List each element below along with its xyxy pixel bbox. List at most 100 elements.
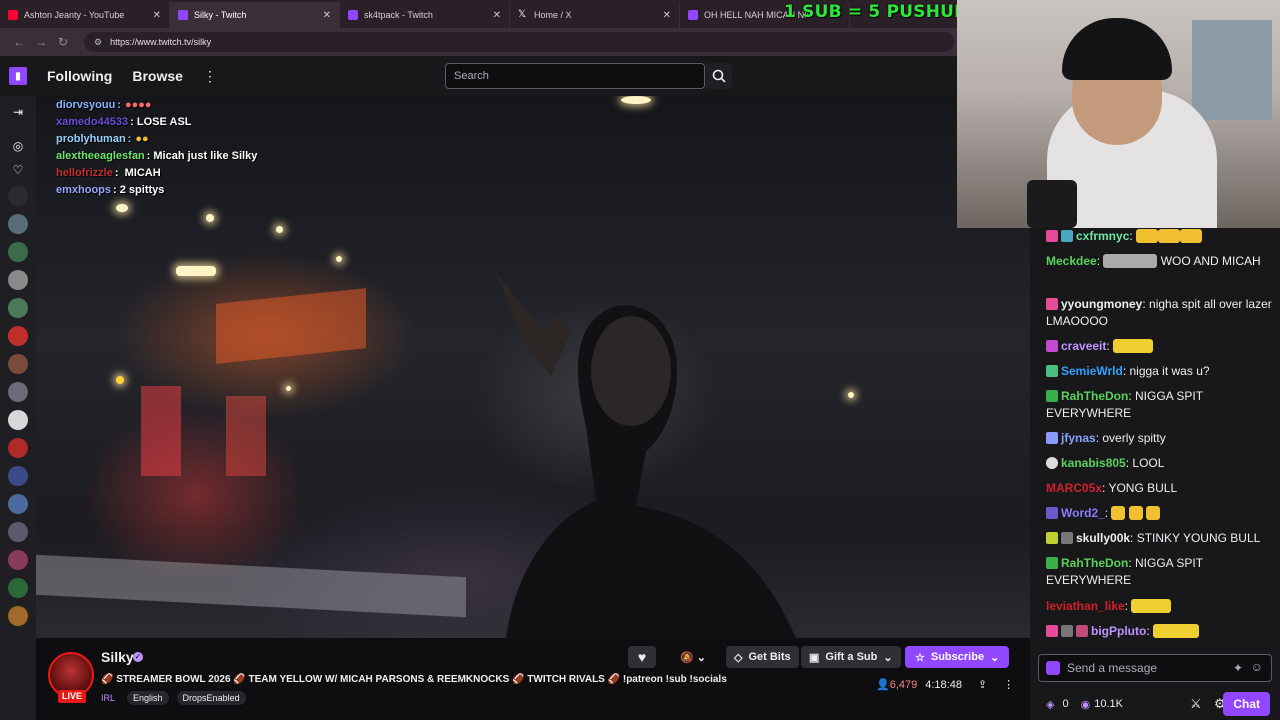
overlay-username: problyhuman bbox=[56, 132, 126, 145]
chat-username[interactable]: RahTheDon bbox=[1061, 556, 1128, 570]
reload-icon[interactable]: ↻ bbox=[52, 35, 74, 49]
channel-avatar[interactable] bbox=[8, 298, 28, 318]
browse-link[interactable]: Browse bbox=[132, 68, 183, 84]
overlay-chat-line: diorvsyouu : ●●●● bbox=[56, 98, 152, 111]
channel-avatar[interactable] bbox=[8, 354, 28, 374]
tag-chip[interactable]: DropsEnabled bbox=[176, 691, 246, 705]
emote-icon bbox=[1131, 599, 1172, 613]
channel-avatar[interactable] bbox=[8, 550, 28, 570]
channel-avatar[interactable] bbox=[8, 494, 28, 514]
gift-sub-text: Gift a Sub bbox=[825, 651, 878, 663]
heart-icon[interactable]: ♡ bbox=[10, 162, 26, 178]
chat-username[interactable]: leviathan_like bbox=[1046, 599, 1125, 613]
site-info-icon[interactable]: ⚙ bbox=[94, 37, 102, 48]
badge-icon bbox=[1076, 625, 1088, 637]
channel-avatar[interactable] bbox=[8, 410, 28, 430]
channel-avatar[interactable] bbox=[8, 466, 28, 486]
tab-title: Home / X bbox=[534, 10, 572, 20]
twitch-logo-icon[interactable]: ▮ bbox=[9, 67, 27, 85]
chat-message: Meckdee: WOO AND MICAH bbox=[1046, 254, 1261, 268]
tag-chip[interactable]: English bbox=[127, 691, 169, 705]
chat-username[interactable]: skully00k bbox=[1076, 531, 1130, 545]
following-link[interactable]: Following bbox=[47, 68, 112, 84]
close-icon[interactable]: ✕ bbox=[493, 10, 501, 21]
channel-avatar[interactable] bbox=[8, 438, 28, 458]
follow-heart-button[interactable]: ♥ bbox=[628, 646, 656, 668]
chat-username[interactable]: SemieWrld bbox=[1061, 364, 1123, 378]
gift-sub-button[interactable]: ▣ Gift a Sub ⌄ bbox=[801, 646, 901, 668]
search-button[interactable] bbox=[706, 63, 732, 89]
browser-tab[interactable]: sk4tpack - Twitch ✕ bbox=[340, 2, 510, 28]
stream-title: 🏈 STREAMER BOWL 2026 🏈 TEAM YELLOW W/ MI… bbox=[101, 674, 727, 685]
channel-avatar[interactable] bbox=[8, 578, 28, 598]
more-icon[interactable]: ⋮ bbox=[203, 68, 217, 85]
channel-avatar[interactable] bbox=[8, 186, 28, 206]
get-bits-button[interactable]: ◇ Get Bits bbox=[726, 646, 799, 668]
chat-send-button[interactable]: Chat bbox=[1223, 692, 1270, 716]
chat-identity-icon[interactable] bbox=[1046, 661, 1060, 675]
gift-sub-label[interactable]: ▣ Gift a Sub ⌄ bbox=[801, 646, 901, 668]
verified-icon: ✓ bbox=[133, 652, 143, 662]
forward-icon[interactable]: → bbox=[30, 35, 52, 49]
category-link[interactable]: IRL bbox=[101, 691, 115, 705]
browser-tab[interactable]: 𝕏 Home / X ✕ bbox=[510, 2, 680, 28]
overlay-chat-line: hellofrizzle : MICAH bbox=[56, 166, 161, 179]
bits-icon[interactable]: ◉ bbox=[1081, 698, 1091, 711]
chat-username[interactable]: jfynas bbox=[1061, 431, 1096, 445]
chat-username[interactable]: MARC05x bbox=[1046, 481, 1102, 495]
channel-avatar[interactable] bbox=[8, 382, 28, 402]
channel-avatar[interactable] bbox=[8, 214, 28, 234]
more-options-icon[interactable]: ⋮ bbox=[1003, 678, 1014, 691]
channel-avatar[interactable] bbox=[8, 606, 28, 626]
close-icon[interactable]: ✕ bbox=[153, 10, 161, 21]
overlay-username: emxhoops bbox=[56, 183, 112, 196]
channel-avatar[interactable] bbox=[8, 270, 28, 290]
url-field[interactable]: ⚙ https://www.twitch.tv/silky bbox=[84, 32, 954, 52]
browser-tab[interactable]: Ashton Jeanty - YouTube ✕ bbox=[0, 2, 170, 28]
chat-username[interactable]: cxfrmnyc bbox=[1076, 229, 1129, 243]
chat-username[interactable]: Meckdee bbox=[1046, 254, 1097, 268]
sparkle-icon[interactable]: ✦ bbox=[1233, 661, 1243, 675]
chat-username[interactable]: kanabis805 bbox=[1061, 456, 1126, 470]
chat-username[interactable]: bigPpluto bbox=[1091, 624, 1146, 638]
channel-avatar[interactable] bbox=[8, 242, 28, 262]
notifications-button[interactable]: 🔕 ⌄ bbox=[672, 646, 714, 668]
badge-icon bbox=[1046, 507, 1058, 519]
badge-icon bbox=[1046, 365, 1058, 377]
chat-message: leviathan_like: bbox=[1046, 598, 1272, 615]
twitch-top-nav: ▮ Following Browse ⋮ Search bbox=[0, 56, 1030, 96]
overlay-chat-line: problyhuman : ●● bbox=[56, 132, 149, 145]
back-icon[interactable]: ← bbox=[8, 35, 30, 49]
chat-username[interactable]: RahTheDon bbox=[1061, 389, 1128, 403]
close-icon[interactable]: ✕ bbox=[663, 10, 671, 21]
chat-username[interactable]: yyoungmoney bbox=[1061, 297, 1142, 311]
search-input[interactable]: Search bbox=[445, 63, 705, 89]
chat-input[interactable]: Send a message ✦ ☺ bbox=[1038, 654, 1272, 682]
channel-avatar[interactable] bbox=[8, 326, 28, 346]
chat-username[interactable]: craveeit bbox=[1061, 339, 1106, 353]
recommended-icon[interactable]: ◎ bbox=[10, 138, 26, 154]
bell-off-icon[interactable]: 🔕 ⌄ bbox=[672, 646, 714, 668]
mod-icon[interactable]: ⚔ bbox=[1190, 696, 1202, 712]
browser-tab-active[interactable]: Silky - Twitch ✕ bbox=[170, 2, 340, 28]
channel-avatar[interactable] bbox=[8, 522, 28, 542]
get-bits-label[interactable]: ◇ Get Bits bbox=[726, 646, 799, 668]
subscribe-label[interactable]: ☆ Subscribe ⌄ bbox=[905, 646, 1010, 668]
subscribe-button[interactable]: ☆ Subscribe ⌄ bbox=[905, 646, 1010, 668]
star-icon: ☆ bbox=[915, 651, 925, 664]
video-player[interactable]: diorvsyouu : ●●●● xamedo44533 : LOSE ASL… bbox=[36, 96, 1030, 638]
share-icon[interactable]: ⇪ bbox=[978, 678, 987, 691]
chat-username[interactable]: Word2_ bbox=[1061, 506, 1105, 520]
streamer-name[interactable]: Silky bbox=[101, 649, 134, 665]
emote-icon bbox=[1153, 624, 1199, 638]
emote-picker-icon[interactable]: ☺ bbox=[1251, 660, 1263, 674]
close-icon[interactable]: ✕ bbox=[323, 10, 331, 21]
gift-icon: ▣ bbox=[809, 651, 820, 664]
chat-message: cxfrmnyc: bbox=[1046, 228, 1272, 245]
channel-points-icon[interactable]: ◈ bbox=[1046, 698, 1054, 711]
chat-input-placeholder: Send a message bbox=[1067, 661, 1158, 675]
chat-message: RahTheDon: NIGGA SPIT EVERYWHERE bbox=[1046, 389, 1203, 420]
heart-icon[interactable]: ♥ bbox=[628, 646, 656, 668]
chat-message: kanabis805: LOOL bbox=[1046, 455, 1272, 472]
expand-icon[interactable]: ⇥ bbox=[10, 104, 26, 120]
